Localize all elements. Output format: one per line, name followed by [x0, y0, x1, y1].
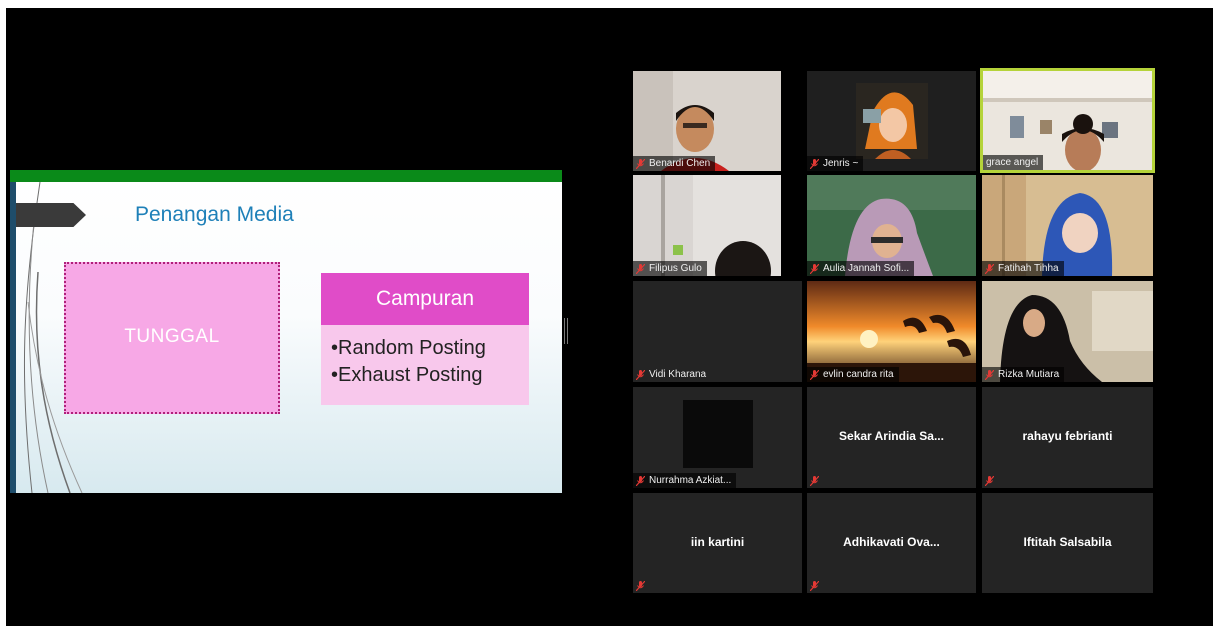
tunggal-box: TUNGGAL: [64, 262, 280, 414]
participant-name: Benardi Chen: [649, 158, 711, 169]
slide-arrow-shape: [16, 203, 86, 227]
participant-name-label: Filipus Gulo: [633, 261, 707, 276]
participant-name: Aulia Jannah Sofi...: [823, 263, 910, 274]
mic-muted-icon: [810, 263, 819, 274]
participant-tile-aulia-jannah[interactable]: Aulia Jannah Sofi...: [807, 175, 976, 276]
participant-tile-nurrahma-azkiat[interactable]: Nurrahma Azkiat...: [633, 387, 802, 488]
participant-tile-adhikavati-ova[interactable]: Adhikavati Ova...: [807, 493, 976, 593]
participant-name: Vidi Kharana: [649, 369, 707, 380]
participant-tile-jenris[interactable]: Jenris ~: [807, 71, 976, 171]
participant-name: Rizka Mutiara: [998, 369, 1060, 380]
participant-tile-evlin-candra-rita[interactable]: evlin candra rita: [807, 281, 976, 382]
participant-tile-iftitah-salsabila[interactable]: Iftitah Salsabila: [982, 493, 1153, 593]
participant-video: [683, 400, 753, 468]
shared-screen-slide[interactable]: Penangan Media TUNGGAL Campuran •Random …: [10, 170, 562, 493]
participant-tile-grace-angel[interactable]: grace angel: [980, 68, 1155, 173]
mic-muted-icon: [985, 263, 994, 274]
participant-tile-fatihah-tihha[interactable]: Fatihah Tihha: [982, 175, 1153, 276]
mic-muted-icon: [810, 158, 819, 169]
mic-muted-icon: [636, 475, 645, 486]
split-view-handle[interactable]: [564, 318, 568, 344]
mic-muted-icon: [985, 476, 994, 486]
participant-name: Sekar Arindia Sa...: [839, 429, 944, 443]
slide-top-bar: [10, 170, 562, 182]
participant-name-label: Vidi Kharana: [633, 367, 711, 382]
campuran-header: Campuran: [321, 273, 529, 325]
participant-name-label: grace angel: [983, 155, 1044, 170]
mic-muted-icon: [636, 158, 645, 169]
mic-muted-icon: [985, 369, 994, 380]
participant-name-label: Aulia Jannah Sofi...: [807, 261, 915, 276]
participant-tile-benardi-chen[interactable]: Benardi Chen: [633, 71, 781, 171]
participant-name-label: Benardi Chen: [633, 156, 716, 171]
participant-tile-sekar-arindia[interactable]: Sekar Arindia Sa...: [807, 387, 976, 488]
mic-muted-icon: [810, 476, 819, 486]
participant-name: Iftitah Salsabila: [1023, 535, 1112, 549]
participant-name: Jenris ~: [823, 158, 859, 169]
campuran-box: Campuran •Random Posting •Exhaust Postin…: [321, 273, 529, 405]
mic-muted-icon: [636, 263, 645, 274]
participant-name: Filipus Gulo: [649, 263, 702, 274]
participant-name-label: Fatihah Tihha: [982, 261, 1064, 276]
mic-muted-icon: [636, 581, 645, 591]
mic-muted-icon: [810, 581, 819, 591]
participant-name-label: Rizka Mutiara: [982, 367, 1065, 382]
participant-name: Nurrahma Azkiat...: [649, 475, 732, 486]
tunggal-label: TUNGGAL: [124, 326, 220, 347]
participant-name: rahayu febrianti: [1022, 429, 1113, 443]
participant-name-label: Nurrahma Azkiat...: [633, 473, 737, 488]
participant-tile-iin-kartini[interactable]: iin kartini: [633, 493, 802, 593]
slide-title: Penangan Media: [135, 203, 294, 226]
participant-tile-filipus-gulo[interactable]: Filipus Gulo: [633, 175, 781, 276]
participant-name: grace angel: [986, 157, 1039, 168]
participant-tile-rizka-mutiara[interactable]: Rizka Mutiara: [982, 281, 1153, 382]
mic-muted-icon: [636, 369, 645, 380]
participant-tile-vidi-kharana[interactable]: Vidi Kharana: [633, 281, 802, 382]
participant-name: iin kartini: [690, 535, 745, 549]
participant-name-label: evlin candra rita: [807, 367, 899, 382]
participant-name-label: Jenris ~: [807, 156, 864, 171]
campuran-list: •Random Posting •Exhaust Posting: [321, 325, 529, 389]
campuran-item: •Random Posting: [331, 337, 486, 359]
participant-name: Fatihah Tihha: [998, 263, 1059, 274]
participant-name: evlin candra rita: [823, 369, 894, 380]
participant-tile-rahayu-febrianti[interactable]: rahayu febrianti: [982, 387, 1153, 488]
mic-muted-icon: [810, 369, 819, 380]
participant-name: Adhikavati Ova...: [843, 535, 940, 549]
meeting-window: Penangan Media TUNGGAL Campuran •Random …: [6, 8, 1213, 626]
campuran-item: •Exhaust Posting: [331, 364, 483, 386]
